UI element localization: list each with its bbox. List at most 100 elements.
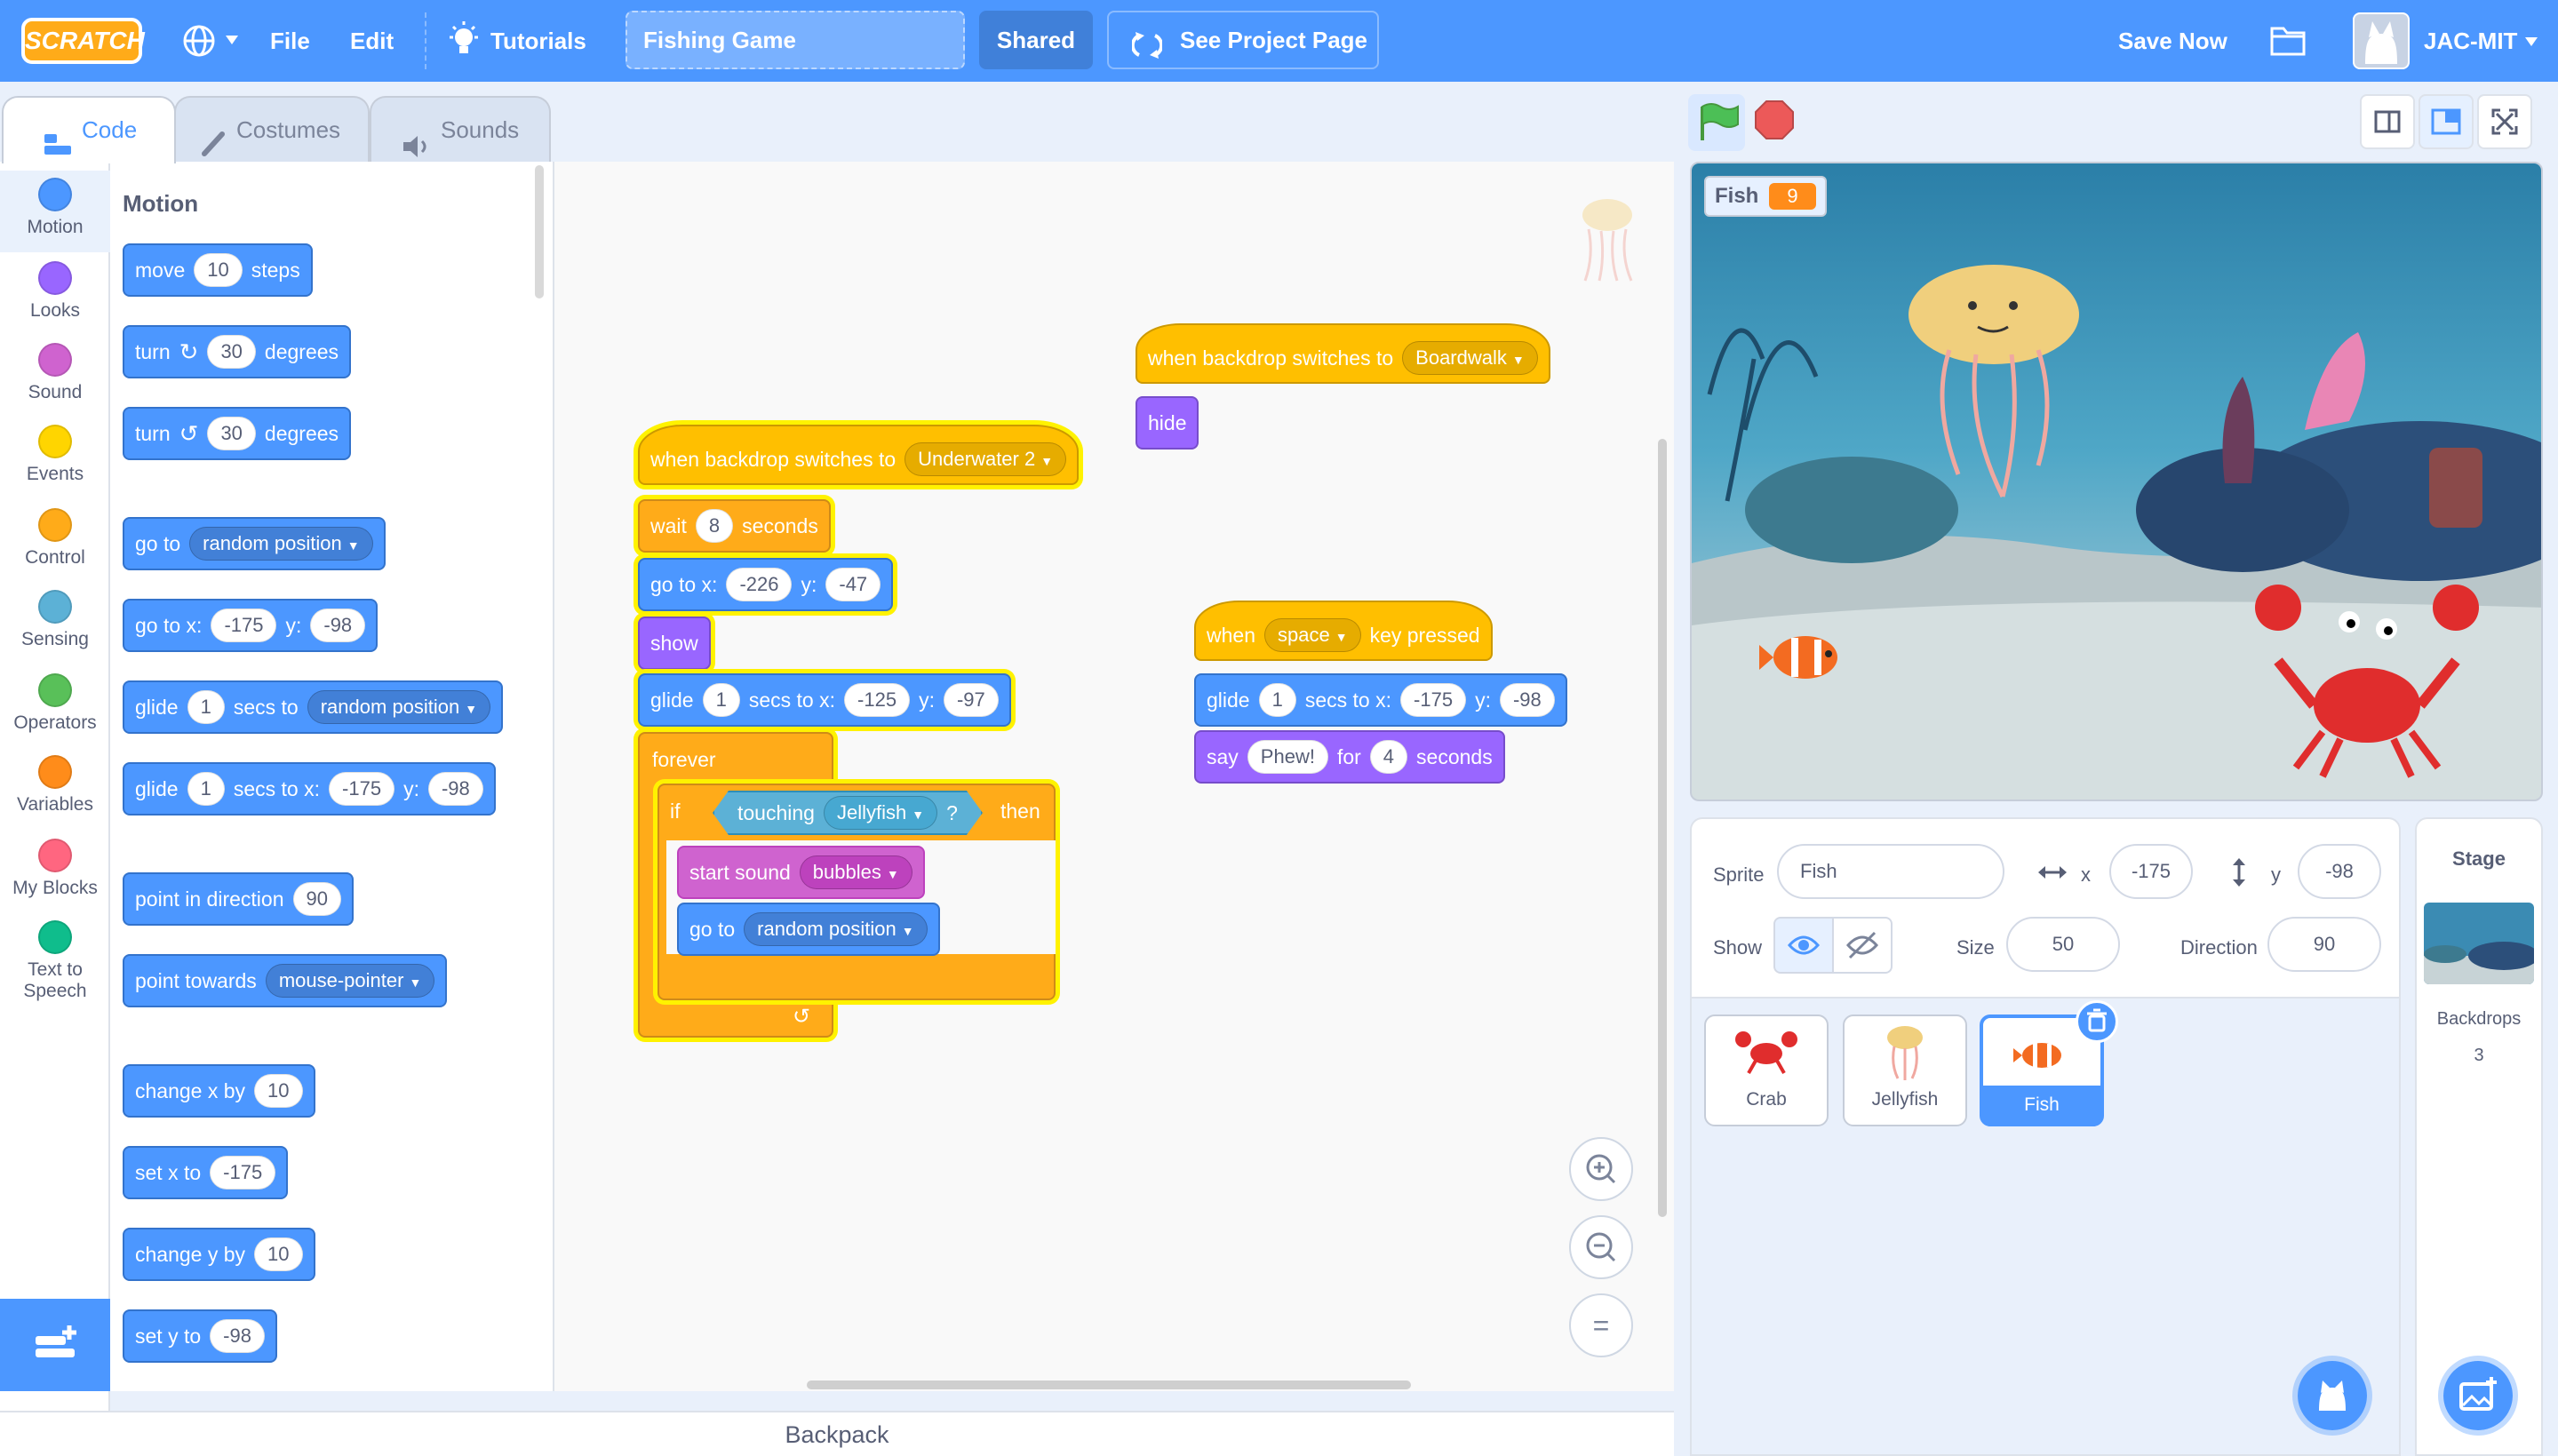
see-project-page-button[interactable]: See Project Page [1107,11,1379,69]
username-menu[interactable]: JAC-MIT [2424,0,2517,82]
zoom-reset-button[interactable]: = [1569,1293,1633,1357]
wait-seconds-input[interactable]: 8 [695,509,734,543]
stop-button[interactable] [1754,99,1795,140]
category-events[interactable]: Events [0,418,110,499]
say-message-input[interactable]: Phew! [1247,740,1328,774]
backpack[interactable]: Backpack [0,1411,1674,1456]
tab-costumes[interactable]: Costumes [174,96,370,162]
number-input[interactable]: 1 [187,690,225,724]
fullscreen-button[interactable] [2477,94,2532,149]
glide-to-xy-block[interactable]: glide 1 secs to x: -175 y: -98 [1194,673,1567,727]
touching-dropdown[interactable]: Jellyfish ▼ [824,796,937,830]
x-input[interactable]: -226 [726,568,793,601]
start-sound-block[interactable]: start sound bubbles ▼ [677,846,925,899]
project-title-input[interactable]: Fishing Game [626,11,965,69]
block-dropdown[interactable]: random position ▼ [189,527,373,561]
say-for-secs-block[interactable]: say Phew! for 4 seconds [1194,730,1505,784]
tab-sounds[interactable]: Sounds [370,96,551,162]
size-input[interactable]: 50 [2006,917,2120,972]
palette-block[interactable]: turn ↺ 30 degrees [123,407,352,460]
lightbulb-icon[interactable] [448,21,480,60]
tutorials-menu[interactable]: Tutorials [490,0,586,82]
go-to-xy-block[interactable]: go to x: -226 y: -47 [638,558,894,611]
backdrop-dropdown[interactable]: Boardwalk ▼ [1402,341,1538,375]
y-input[interactable]: -97 [943,683,999,717]
palette-block[interactable]: point towards mouse-pointer ▼ [123,954,448,1007]
when-backdrop-switches-hat[interactable]: when backdrop switches to Boardwalk ▼ [1136,323,1550,384]
normal-stage-button[interactable] [2419,94,2474,149]
category-my-blocks[interactable]: My Blocks [0,831,110,913]
number-input[interactable]: 10 [254,1237,303,1271]
number-input[interactable]: -98 [310,609,366,642]
palette-block[interactable]: set x to -175 [123,1146,289,1199]
number-input[interactable]: 30 [207,417,256,450]
when-backdrop-switches-hat[interactable]: when backdrop switches to Underwater 2 ▼ [638,425,1080,485]
palette-block[interactable]: go to x: -175 y: -98 [123,599,379,652]
palette-block[interactable]: move 10 steps [123,243,313,297]
palette-block[interactable]: glide 1 secs to random position ▼ [123,680,504,734]
number-input[interactable]: 1 [187,772,225,806]
go-to-random-block[interactable]: go to random position ▼ [677,903,940,956]
number-input[interactable]: -98 [210,1319,265,1353]
glide-secs-input[interactable]: 1 [702,683,740,717]
palette-block[interactable]: go to random position ▼ [123,517,386,570]
green-flag-button[interactable] [1688,94,1745,151]
touching-boolean[interactable]: touching Jellyfish ▼ ? [713,791,983,835]
number-input[interactable]: -175 [211,609,277,642]
number-input[interactable]: 10 [194,253,243,287]
stage-canvas[interactable]: Fish 9 [1690,162,2543,801]
show-hidden-button[interactable] [1832,917,1893,974]
choose-sprite-button[interactable] [2292,1356,2372,1436]
tab-code[interactable]: Code [2,96,176,163]
chevron-down-icon[interactable] [224,34,240,46]
key-dropdown[interactable]: space ▼ [1263,618,1361,652]
category-control[interactable]: Control [0,501,110,583]
sprite-tile-crab[interactable]: Crab [1704,1014,1829,1126]
glide-to-xy-block[interactable]: glide 1 secs to x: -125 y: -97 [638,673,1011,727]
x-input[interactable]: -125 [844,683,911,717]
go-to-dropdown[interactable]: random position ▼ [744,912,928,946]
category-motion[interactable]: Motion [0,171,110,252]
save-now-button[interactable]: Save Now [2118,0,2227,82]
block-dropdown[interactable]: random position ▼ [307,690,491,724]
palette-block[interactable]: glide 1 secs to x: -175 y: -98 [123,762,496,816]
when-key-pressed-hat[interactable]: when space ▼ key pressed [1194,601,1493,661]
y-input[interactable]: -47 [825,568,881,601]
variable-monitor[interactable]: Fish 9 [1704,176,1827,217]
x-position-input[interactable]: -175 [2109,844,2193,899]
vertical-scrollbar[interactable] [1658,439,1667,1217]
glide-secs-input[interactable]: 1 [1258,683,1296,717]
palette-block[interactable]: change x by 10 [123,1064,315,1118]
category-looks[interactable]: Looks [0,254,110,336]
number-input[interactable]: 10 [254,1074,303,1108]
sound-dropdown[interactable]: bubbles ▼ [799,855,912,889]
hide-block[interactable]: hide [1136,396,1199,450]
palette-block[interactable]: point in direction 90 [123,872,354,926]
number-input[interactable]: 90 [292,882,341,916]
choose-backdrop-button[interactable] [2438,1356,2518,1436]
category-sensing[interactable]: Sensing [0,583,110,664]
globe-icon[interactable] [181,23,217,59]
show-block[interactable]: show [638,617,711,670]
file-menu[interactable]: File [270,0,310,82]
x-input[interactable]: -175 [1400,683,1467,717]
small-stage-button[interactable] [2360,94,2415,149]
edit-menu[interactable]: Edit [350,0,394,82]
backdrop-dropdown[interactable]: Underwater 2 ▼ [904,442,1067,476]
number-input[interactable]: -98 [427,772,483,806]
block-dropdown[interactable]: mouse-pointer ▼ [265,964,435,998]
y-position-input[interactable]: -98 [2298,844,2381,899]
zoom-out-button[interactable] [1569,1215,1633,1279]
palette-scrollbar[interactable] [535,165,544,298]
script-area[interactable]: when backdrop switches to Underwater 2 ▼ … [554,162,1674,1391]
add-extension-button[interactable] [0,1299,110,1391]
delete-sprite-button[interactable] [2076,1000,2118,1043]
palette-block[interactable]: turn ↻ 30 degrees [123,325,352,378]
sprite-tile-jellyfish[interactable]: Jellyfish [1843,1014,1967,1126]
folder-icon[interactable] [2269,23,2307,57]
number-input[interactable]: -175 [210,1156,276,1189]
wait-block[interactable]: wait 8 seconds [638,499,831,553]
category-text-to-speech[interactable]: Text to Speech [0,913,110,1001]
number-input[interactable]: 30 [207,335,256,369]
palette-block[interactable]: set y to -98 [123,1309,277,1363]
